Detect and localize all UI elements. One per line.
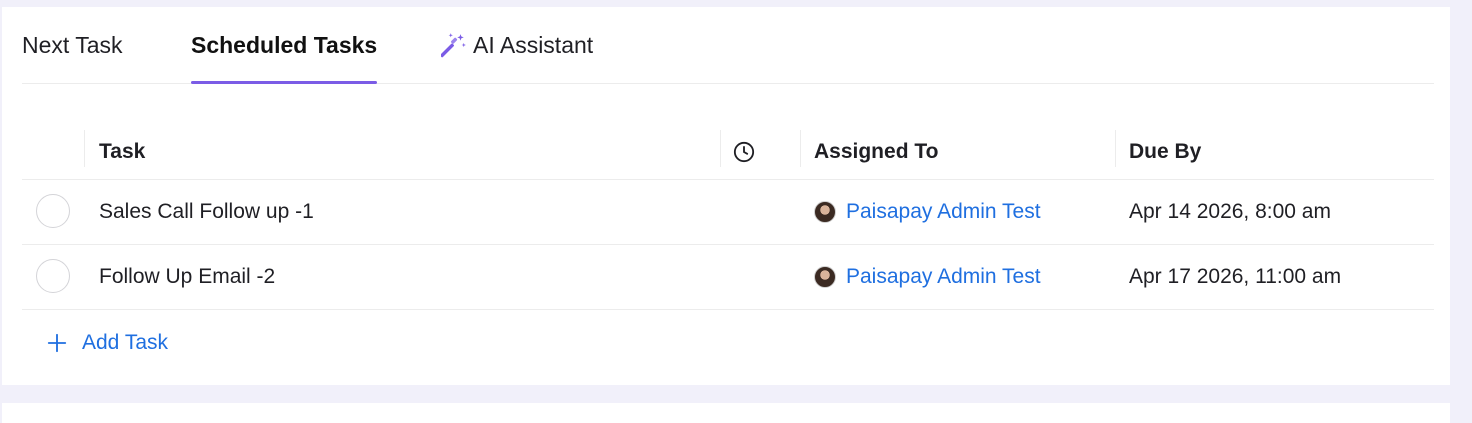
tab-label: AI Assistant [473,31,594,58]
assignee-name: Paisapay Admin Test [846,200,1041,223]
tab-label: Next Task [22,31,123,58]
tab-scheduled-tasks[interactable]: Scheduled Tasks [191,7,378,84]
add-task-label: Add Task [82,331,168,354]
avatar [814,266,836,288]
tab-label: Scheduled Tasks [191,31,378,58]
plus-icon [47,333,67,353]
task-table: Task Assigned To Due By Sales Call Follo… [22,124,1434,310]
table-header: Task Assigned To Due By [22,124,1434,180]
task-name[interactable]: Sales Call Follow up -1 [99,180,314,244]
column-divider [84,130,85,167]
tasks-panel: Next Task Scheduled Tasks AI Assistant T… [2,7,1450,385]
column-header-assigned-to[interactable]: Assigned To [814,124,938,179]
column-header-due-by[interactable]: Due By [1129,124,1201,179]
column-divider [720,130,721,167]
avatar [814,201,836,223]
tab-bar: Next Task Scheduled Tasks AI Assistant [22,7,1434,84]
tab-next-task[interactable]: Next Task [22,7,123,83]
due-date: Apr 17 2026, 11:00 am [1129,265,1342,288]
task-name[interactable]: Follow Up Email -2 [99,245,275,309]
column-header-task[interactable]: Task [99,124,145,179]
due-date: Apr 14 2026, 8:00 am [1129,200,1331,223]
table-row[interactable]: Follow Up Email -2 Paisapay Admin Test A… [22,245,1434,310]
column-divider [800,130,801,167]
task-complete-checkbox[interactable] [36,259,70,293]
table-row[interactable]: Sales Call Follow up -1 Paisapay Admin T… [22,180,1434,245]
assignee-link[interactable]: Paisapay Admin Test [814,180,1041,244]
column-divider [1115,130,1116,167]
assignee-name: Paisapay Admin Test [846,265,1041,288]
clock-icon [733,141,755,162]
column-header-time[interactable] [733,124,755,179]
next-panel [2,403,1450,423]
add-task-button[interactable]: Add Task [46,327,168,359]
tab-ai-assistant[interactable]: AI Assistant [441,7,593,83]
assignee-link[interactable]: Paisapay Admin Test [814,245,1041,309]
magic-wand-icon [441,33,466,58]
task-complete-checkbox[interactable] [36,194,70,228]
